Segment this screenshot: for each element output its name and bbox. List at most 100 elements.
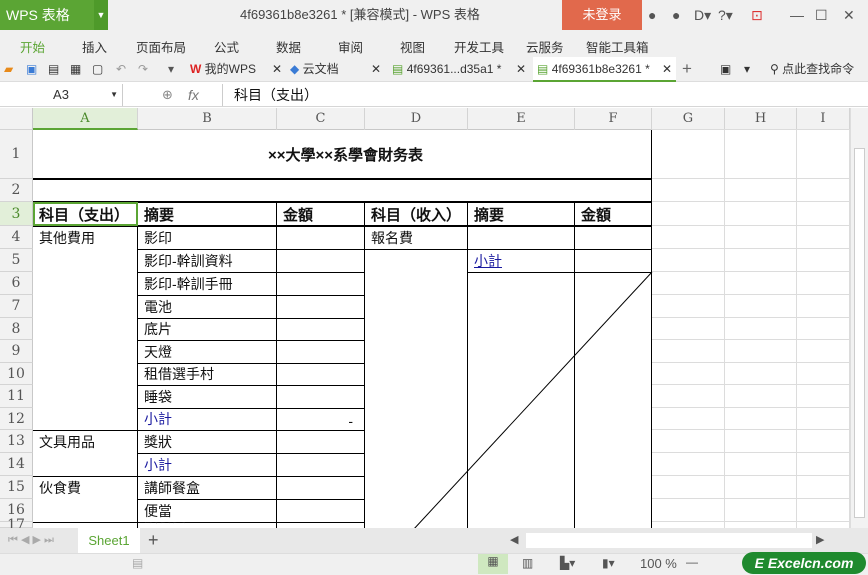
row-header-6[interactable]: 6 <box>0 272 33 295</box>
column-header-H[interactable]: H <box>725 108 797 130</box>
scroll-left-icon[interactable]: ◀ <box>510 533 518 546</box>
row-header-15[interactable]: 15 <box>0 476 33 499</box>
category-cell[interactable]: 伙食費 <box>33 476 81 499</box>
save-icon[interactable]: ▣ <box>26 57 37 82</box>
summary-cell[interactable]: 獎狀 <box>138 430 172 453</box>
redo-icon[interactable]: ↷ <box>138 57 148 82</box>
chevron-down-icon[interactable]: ▼ <box>94 0 108 30</box>
summary-cell[interactable]: 天燈 <box>138 340 172 363</box>
row-header-5[interactable]: 5 <box>0 249 33 272</box>
row-header-3[interactable]: 3 <box>0 202 33 226</box>
login-button[interactable]: 未登录 <box>562 0 642 30</box>
zoom-level[interactable]: 100 % <box>640 556 677 571</box>
sheet-title[interactable]: ××大學××系學會財务表 <box>33 130 652 179</box>
app-menu-button[interactable]: WPS 表格 ▼ <box>0 0 108 30</box>
column-header-A[interactable]: A <box>33 108 138 130</box>
page-layout-icon[interactable]: ▙▾ <box>560 556 575 570</box>
summary-cell[interactable]: 講師餐盒 <box>138 476 200 499</box>
income-category-cell[interactable]: 報名費 <box>365 226 413 249</box>
open-icon[interactable]: ▰ <box>4 57 13 82</box>
row-header-8[interactable]: 8 <box>0 318 33 340</box>
column-title[interactable]: 金額 <box>575 202 611 226</box>
share-icon[interactable]: D▾ <box>694 0 711 30</box>
tab-close-icon[interactable]: ✕ <box>371 57 381 82</box>
insert-function-button[interactable]: fx <box>188 84 199 106</box>
tab-cloud-docs[interactable]: ◆ 云文档 <box>290 57 339 82</box>
download-icon[interactable]: ⊡ <box>751 0 763 30</box>
menu-formula[interactable]: 公式 <box>214 37 239 56</box>
scroll-right-icon[interactable]: ▶ <box>816 533 824 546</box>
display-icon[interactable]: ▣ <box>720 57 731 82</box>
menu-review[interactable]: 审阅 <box>338 37 363 56</box>
column-header-I[interactable]: I <box>797 108 850 130</box>
menu-home[interactable]: 开始 <box>20 37 45 56</box>
print-icon[interactable]: ▦ <box>70 57 81 82</box>
row-header-9[interactable]: 9 <box>0 340 33 363</box>
normal-view-icon[interactable]: ▦ <box>478 554 508 574</box>
column-header-F[interactable]: F <box>575 108 652 130</box>
zoom-formula-icon[interactable]: ⊕ <box>162 84 173 106</box>
settings-icon[interactable]: ● <box>672 0 680 30</box>
tab-document-1[interactable]: ▤ 4f69361...d35a1 * <box>392 57 501 82</box>
row-header-14[interactable]: 14 <box>0 453 33 476</box>
select-all-corner[interactable] <box>0 108 33 130</box>
row-header-12[interactable]: 12 <box>0 408 33 430</box>
macro-icon[interactable]: ▤ <box>132 556 143 570</box>
command-search[interactable]: ⚲ 点此查找命令 <box>770 57 854 82</box>
maximize-icon[interactable]: ☐ <box>815 0 828 30</box>
column-title[interactable]: 摘要 <box>468 202 504 226</box>
row-header-2[interactable]: 2 <box>0 179 33 202</box>
scroll-thumb[interactable] <box>854 148 865 518</box>
row-header-4[interactable]: 4 <box>0 226 33 249</box>
column-title[interactable]: 金額 <box>277 202 313 226</box>
summary-cell[interactable]: 底片 <box>138 318 172 340</box>
name-box[interactable]: A3 ▼ <box>0 84 123 106</box>
selected-cell[interactable] <box>33 202 138 226</box>
menu-data[interactable]: 数据 <box>276 37 301 56</box>
category-cell[interactable]: 文具用品 <box>33 430 95 453</box>
column-header-E[interactable]: E <box>468 108 575 130</box>
row-header-7[interactable]: 7 <box>0 295 33 318</box>
sheet-tab-sheet1[interactable]: Sheet1 <box>78 528 140 554</box>
page-break-view-icon[interactable]: ▥ <box>522 556 533 570</box>
chevron-down-icon[interactable]: ▼ <box>110 84 118 106</box>
summary-cell[interactable]: 便當 <box>138 499 172 522</box>
category-cell[interactable]: 其他費用 <box>33 226 95 249</box>
tab-my-wps[interactable]: W 我的WPS <box>190 57 256 82</box>
vertical-scrollbar[interactable] <box>850 108 868 528</box>
add-sheet-icon[interactable]: + <box>148 530 159 551</box>
summary-cell[interactable]: 影印 <box>138 226 172 249</box>
summary-cell[interactable]: 影印-幹訓手冊 <box>138 272 233 295</box>
column-header-B[interactable]: B <box>138 108 277 130</box>
summary-cell[interactable]: 電池 <box>138 295 172 318</box>
summary-cell[interactable]: 影印-幹訓資料 <box>138 249 233 272</box>
minimize-icon[interactable]: — <box>790 0 804 30</box>
horizontal-scrollbar[interactable] <box>526 533 812 548</box>
undo-icon[interactable]: ↶ <box>116 57 126 82</box>
help-icon[interactable]: ?▾ <box>718 0 733 30</box>
menu-page-layout[interactable]: 页面布局 <box>136 37 186 56</box>
column-header-C[interactable]: C <box>277 108 365 130</box>
subtotal-cell[interactable]: 小計 <box>138 408 172 430</box>
export-pdf-icon[interactable]: ▤ <box>48 57 59 82</box>
summary-cell[interactable]: 睡袋 <box>138 385 172 408</box>
column-title[interactable]: 科目（收入） <box>365 202 461 226</box>
menu-smart-tools[interactable]: 智能工具箱 <box>586 37 649 56</box>
subtotal-cell[interactable]: 小計 <box>468 249 502 272</box>
menu-cloud[interactable]: 云服务 <box>526 37 564 56</box>
tab-document-2[interactable]: ▤ 4f69361b8e3261 * <box>537 57 650 82</box>
column-header-D[interactable]: D <box>365 108 468 130</box>
amount-cell[interactable]: - <box>277 408 365 430</box>
menu-view[interactable]: 视图 <box>400 37 425 56</box>
chevron-down-icon[interactable]: ▾ <box>168 57 174 82</box>
sheet-nav-icons[interactable]: ⏮ ◀ ▶ ⏭ <box>8 533 54 547</box>
row-header-13[interactable]: 13 <box>0 430 33 453</box>
row-header-1[interactable]: 1 <box>0 130 33 179</box>
tab-close-icon[interactable]: ✕ <box>272 57 282 82</box>
zoom-out-icon[interactable]: — <box>686 555 698 569</box>
filter-icon[interactable]: ▾ <box>744 57 750 82</box>
row-header-10[interactable]: 10 <box>0 363 33 385</box>
column-header-G[interactable]: G <box>652 108 725 130</box>
menu-developer[interactable]: 开发工具 <box>454 37 504 56</box>
formula-input[interactable]: 科目（支出） <box>234 84 318 106</box>
